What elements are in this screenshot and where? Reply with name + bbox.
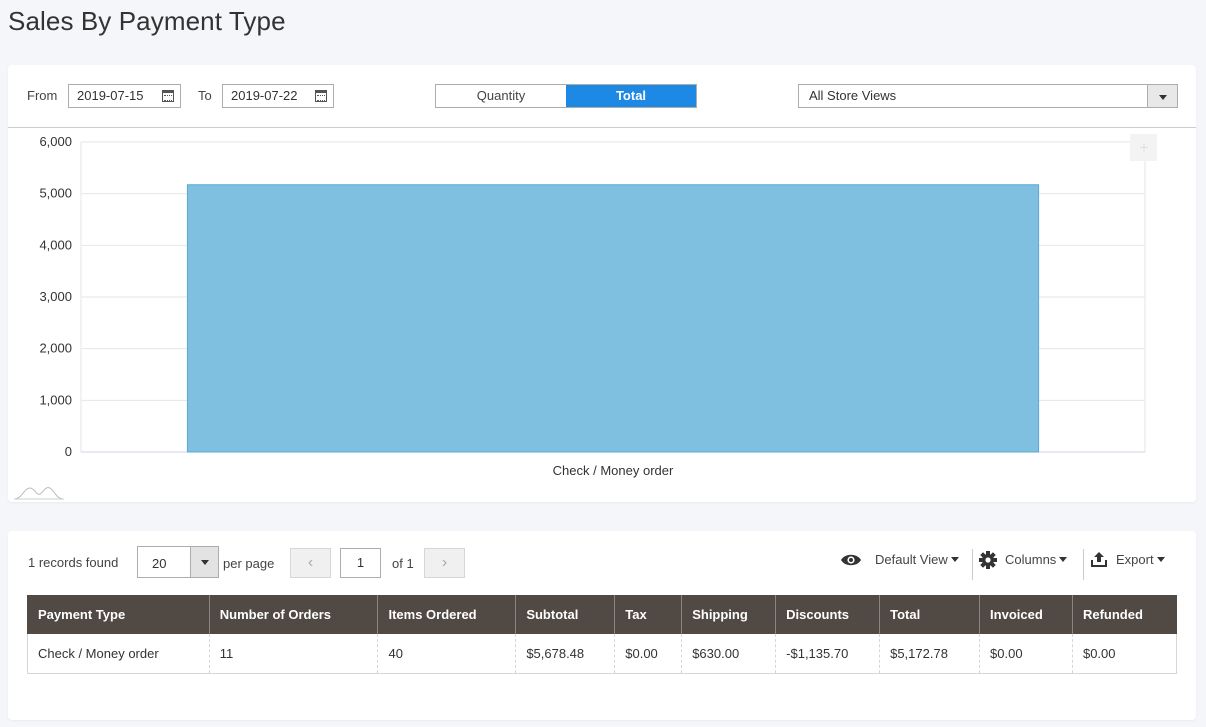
per-page-select[interactable]: 20: [137, 546, 219, 578]
column-header[interactable]: Refunded: [1071, 595, 1177, 634]
sales-chart: 0 1,000 2,000 3,000 4,000 5,000 6,000 Check / …: [13, 134, 1157, 500]
toolbar-divider: [1083, 549, 1084, 580]
table-cell: $0.00: [1071, 634, 1178, 674]
column-header[interactable]: Number of Orders: [208, 595, 378, 634]
filter-bar: From 2019-07-15 To 2019-07-22 Quantity T…: [8, 65, 1196, 128]
to-label: To: [198, 88, 212, 103]
prev-page-button[interactable]: ‹: [290, 548, 331, 578]
calendar-icon[interactable]: [162, 90, 174, 102]
columns-button[interactable]: Columns: [1005, 552, 1068, 567]
column-header[interactable]: Shipping: [681, 595, 776, 634]
default-view-button[interactable]: Default View: [875, 552, 959, 567]
table-header-row: Payment Type Number of Orders Items Orde…: [27, 595, 1177, 634]
chart-brand-icon: [13, 487, 65, 500]
report-table: Payment Type Number of Orders Items Orde…: [27, 595, 1178, 674]
page-number-input[interactable]: 1: [340, 548, 381, 578]
toggle-quantity[interactable]: Quantity: [436, 85, 566, 107]
table-cell: $0.00: [979, 634, 1073, 674]
caret-down-icon: [950, 557, 959, 562]
chart-bars: [186, 184, 1040, 453]
x-tick-label: Check / Money order: [553, 463, 674, 478]
page-title: Sales By Payment Type: [8, 6, 286, 36]
column-header[interactable]: Items Ordered: [377, 595, 516, 634]
store-view-select[interactable]: All Store Views: [798, 84, 1178, 108]
chevron-down-icon[interactable]: [1147, 85, 1177, 107]
grid-panel: 1 records found 20 per page ‹ 1 of 1 › D…: [8, 531, 1196, 720]
store-view-value: All Store Views: [809, 88, 897, 103]
y-tick-label: 2,000: [39, 341, 72, 356]
export-button[interactable]: Export: [1116, 552, 1165, 567]
eye-icon[interactable]: [840, 552, 862, 568]
table-cell: -$1,135.70: [775, 634, 880, 674]
page-count: of 1: [392, 556, 414, 571]
gear-icon[interactable]: [979, 551, 997, 569]
caret-down-icon: [1059, 557, 1068, 562]
from-date-value: 2019-07-15: [77, 88, 144, 103]
export-icon[interactable]: [1090, 551, 1108, 568]
y-tick-label: 5,000: [39, 186, 72, 201]
caret-down-icon: [1156, 557, 1165, 562]
column-header[interactable]: Subtotal: [515, 595, 615, 634]
quantity-total-toggle: Quantity Total: [435, 84, 697, 108]
y-tick-label: 1,000: [39, 392, 72, 407]
y-tick-label: 0: [65, 444, 72, 459]
table-cell: 40: [377, 634, 516, 674]
x-axis-labels: Check / Money order: [553, 463, 674, 478]
y-tick-label: 4,000: [39, 237, 72, 252]
table-cell: $0.00: [614, 634, 682, 674]
from-date-input[interactable]: 2019-07-15: [68, 84, 181, 108]
to-date-input[interactable]: 2019-07-22: [222, 84, 334, 108]
records-found: 1 records found: [28, 555, 119, 570]
per-page-value: 20: [152, 556, 167, 571]
table-cell: $630.00: [681, 634, 776, 674]
table-cell: $5,678.48: [515, 634, 615, 674]
table-cell: $5,172.78: [879, 634, 980, 674]
column-header[interactable]: Payment Type: [27, 595, 210, 634]
export-label: Export: [1116, 552, 1154, 567]
toolbar-divider: [972, 549, 973, 580]
next-page-button[interactable]: ›: [424, 548, 465, 578]
y-tick-label: 6,000: [39, 134, 72, 149]
table-row: Check / Money order 11 40 $5,678.48 $0.0…: [27, 634, 1178, 674]
column-header[interactable]: Invoiced: [979, 595, 1073, 634]
per-page-label: per page: [223, 556, 275, 571]
columns-label: Columns: [1005, 552, 1057, 567]
chevron-down-icon[interactable]: [190, 547, 218, 577]
y-tick-label: 3,000: [39, 289, 72, 304]
y-axis-ticks: 0 1,000 2,000 3,000 4,000 5,000 6,000: [39, 134, 72, 459]
table-cell: 11: [208, 634, 378, 674]
toggle-total[interactable]: Total: [566, 85, 696, 107]
to-date-value: 2019-07-22: [231, 88, 298, 103]
bar[interactable]: [186, 184, 1040, 453]
chart-panel: From 2019-07-15 To 2019-07-22 Quantity T…: [8, 65, 1196, 502]
table-cell: Check / Money order: [27, 634, 210, 674]
column-header[interactable]: Discounts: [775, 595, 880, 634]
default-view-label: Default View: [875, 552, 948, 567]
calendar-icon[interactable]: [315, 90, 327, 102]
column-header[interactable]: Tax: [614, 595, 682, 634]
from-label: From: [27, 88, 58, 103]
column-header[interactable]: Total: [879, 595, 980, 634]
